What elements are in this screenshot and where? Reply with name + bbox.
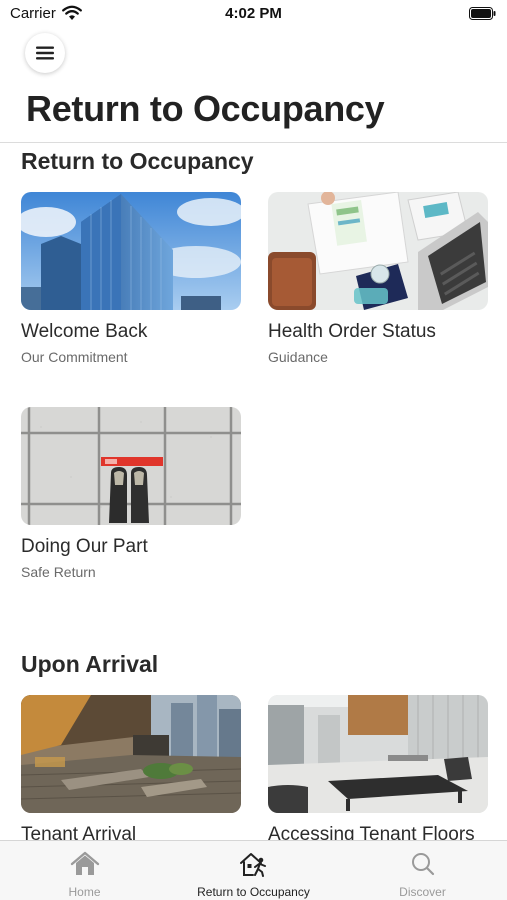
card-subtitle: Guidance <box>268 349 328 365</box>
tab-bar: Home Return to Occupancy Discover <box>0 840 507 900</box>
page-title: Return to Occupancy <box>26 88 385 129</box>
content-scroll-area[interactable]: Return to Occupancy Welcome Back Our Com… <box>0 143 507 840</box>
card-doing-our-part[interactable]: Doing Our Part Safe Return <box>21 407 241 580</box>
card-health-order-status[interactable]: Health Order Status Guidance <box>268 192 488 365</box>
section-title-return-to-occupancy: Return to Occupancy <box>21 148 254 174</box>
card-subtitle: Safe Return <box>21 564 96 580</box>
hamburger-menu-icon <box>36 46 54 60</box>
office-tower-photo <box>21 192 241 310</box>
card-accessing-tenant-floors[interactable]: Accessing Tenant Floors <box>268 695 488 840</box>
tab-label: Discover <box>399 885 446 899</box>
card-title: Welcome Back <box>21 321 148 342</box>
home-icon <box>70 851 99 875</box>
card-title: Tenant Arrival <box>21 824 137 840</box>
card-title: Accessing Tenant Floors <box>268 824 475 840</box>
status-bar: Carrier 4:02 PM <box>0 0 507 28</box>
section-title-upon-arrival: Upon Arrival <box>21 651 159 677</box>
tab-label: Return to Occupancy <box>197 885 310 899</box>
card-tenant-arrival[interactable]: Tenant Arrival <box>21 695 241 840</box>
battery-icon <box>469 7 496 20</box>
tab-home[interactable]: Home <box>0 841 169 900</box>
menu-button[interactable] <box>25 33 65 73</box>
building-walk-icon <box>239 853 266 877</box>
floor-distance-marker-photo <box>21 407 241 525</box>
clock: 4:02 PM <box>225 5 282 22</box>
search-icon <box>411 853 434 876</box>
tab-discover[interactable]: Discover <box>338 841 507 900</box>
plaza-entrance-photo <box>21 695 241 813</box>
card-title: Doing Our Part <box>21 536 148 557</box>
tab-return-to-occupancy[interactable]: Return to Occupancy <box>169 841 338 900</box>
card-title: Health Order Status <box>268 321 436 342</box>
card-welcome-back[interactable]: Welcome Back Our Commitment <box>21 192 241 365</box>
tab-label: Home <box>68 885 101 899</box>
desk-documents-photo <box>268 192 488 310</box>
card-subtitle: Our Commitment <box>21 349 128 365</box>
lobby-interior-photo <box>268 695 488 813</box>
